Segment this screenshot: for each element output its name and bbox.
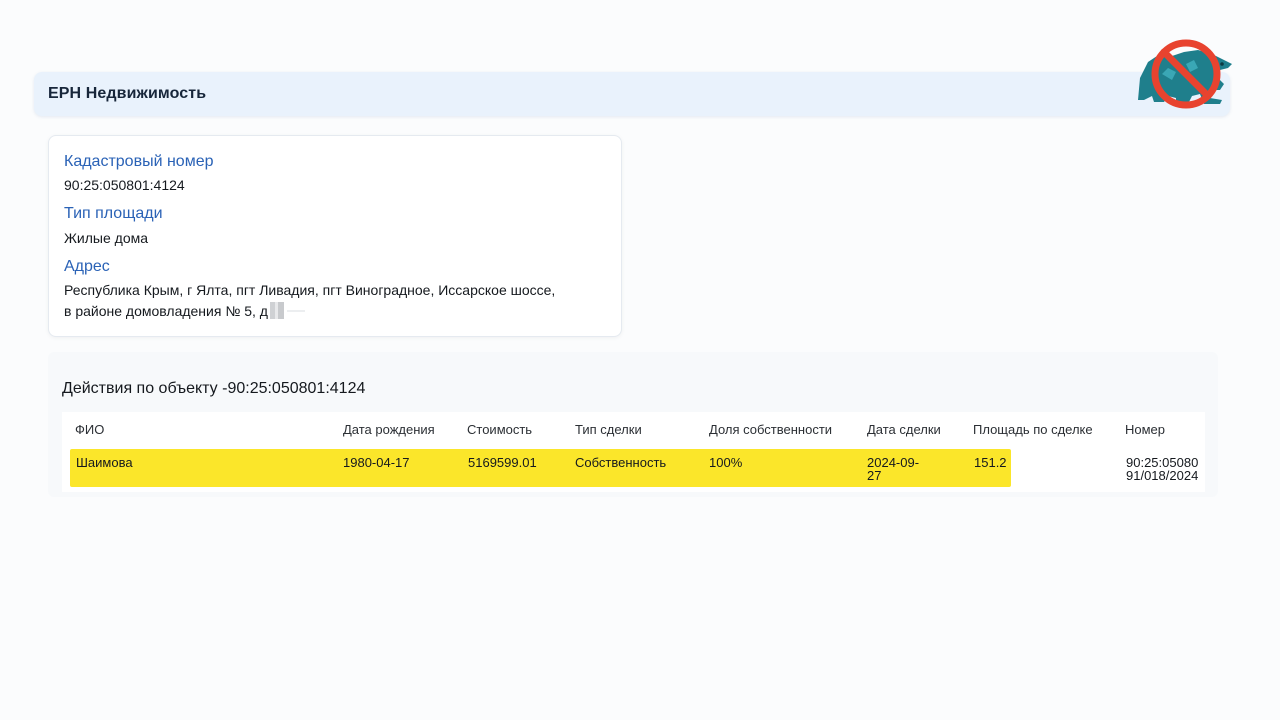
app-header: ЕРН Недвижимость	[34, 72, 1230, 116]
cell-fio: Шаимова	[76, 455, 133, 470]
cadastral-number-value: 90:25:050801:4124	[64, 177, 185, 193]
cell-share: 100%	[709, 455, 743, 470]
actions-table: ФИО Дата рождения Стоимость Тип сделки Д…	[62, 412, 1205, 492]
address-line-2: в районе домовладения № 5, д	[64, 301, 614, 322]
cell-deal-date-line-2: 27	[867, 468, 882, 483]
column-header-birth-date: Дата рождения	[343, 422, 435, 437]
column-header-deal-area: Площадь по сделке	[973, 422, 1093, 437]
address-line-2-text: в районе домовладения № 5, д	[64, 303, 268, 319]
crossed-bear-logo-icon	[1132, 34, 1236, 114]
address-value: Республика Крым, г Ялта, пгт Ливадия, пг…	[64, 280, 614, 322]
column-header-share: Доля собственности	[709, 422, 833, 437]
cell-deal-type: Собственность	[575, 455, 667, 470]
column-header-deal-date: Дата сделки	[867, 422, 941, 437]
cell-birth-date: 1980-04-17	[343, 455, 410, 470]
redaction-blur	[269, 302, 284, 319]
column-header-number: Номер	[1125, 422, 1166, 437]
redaction-blur-tail	[286, 310, 305, 312]
column-header-fio: ФИО	[75, 422, 105, 437]
address-label: Адрес	[64, 258, 110, 275]
cell-number: 90:25:05080 91/018/2024	[1126, 456, 1198, 482]
area-type-value: Жилые дома	[64, 230, 149, 246]
app-title: ЕРН Недвижимость	[48, 85, 207, 102]
column-header-price: Стоимость	[467, 422, 533, 437]
cell-deal-date: 2024-09- 27	[867, 456, 919, 482]
actions-title: Действия по объекту -90:25:050801:4124	[62, 380, 366, 397]
object-info-card: Кадастровый номер 90:25:050801:4124 Тип …	[48, 135, 622, 337]
column-header-deal-type: Тип сделки	[575, 422, 642, 437]
cadastral-number-label: Кадастровый номер	[64, 153, 214, 170]
address-line-1: Республика Крым, г Ялта, пгт Ливадия, пг…	[64, 282, 556, 298]
cell-price: 5169599.01	[468, 455, 537, 470]
object-actions-panel: Действия по объекту -90:25:050801:4124 Ф…	[48, 352, 1218, 497]
cell-number-line-2: 91/018/2024	[1126, 468, 1199, 483]
cell-deal-area: 151.2	[974, 455, 1007, 470]
area-type-label: Тип площади	[64, 205, 163, 222]
